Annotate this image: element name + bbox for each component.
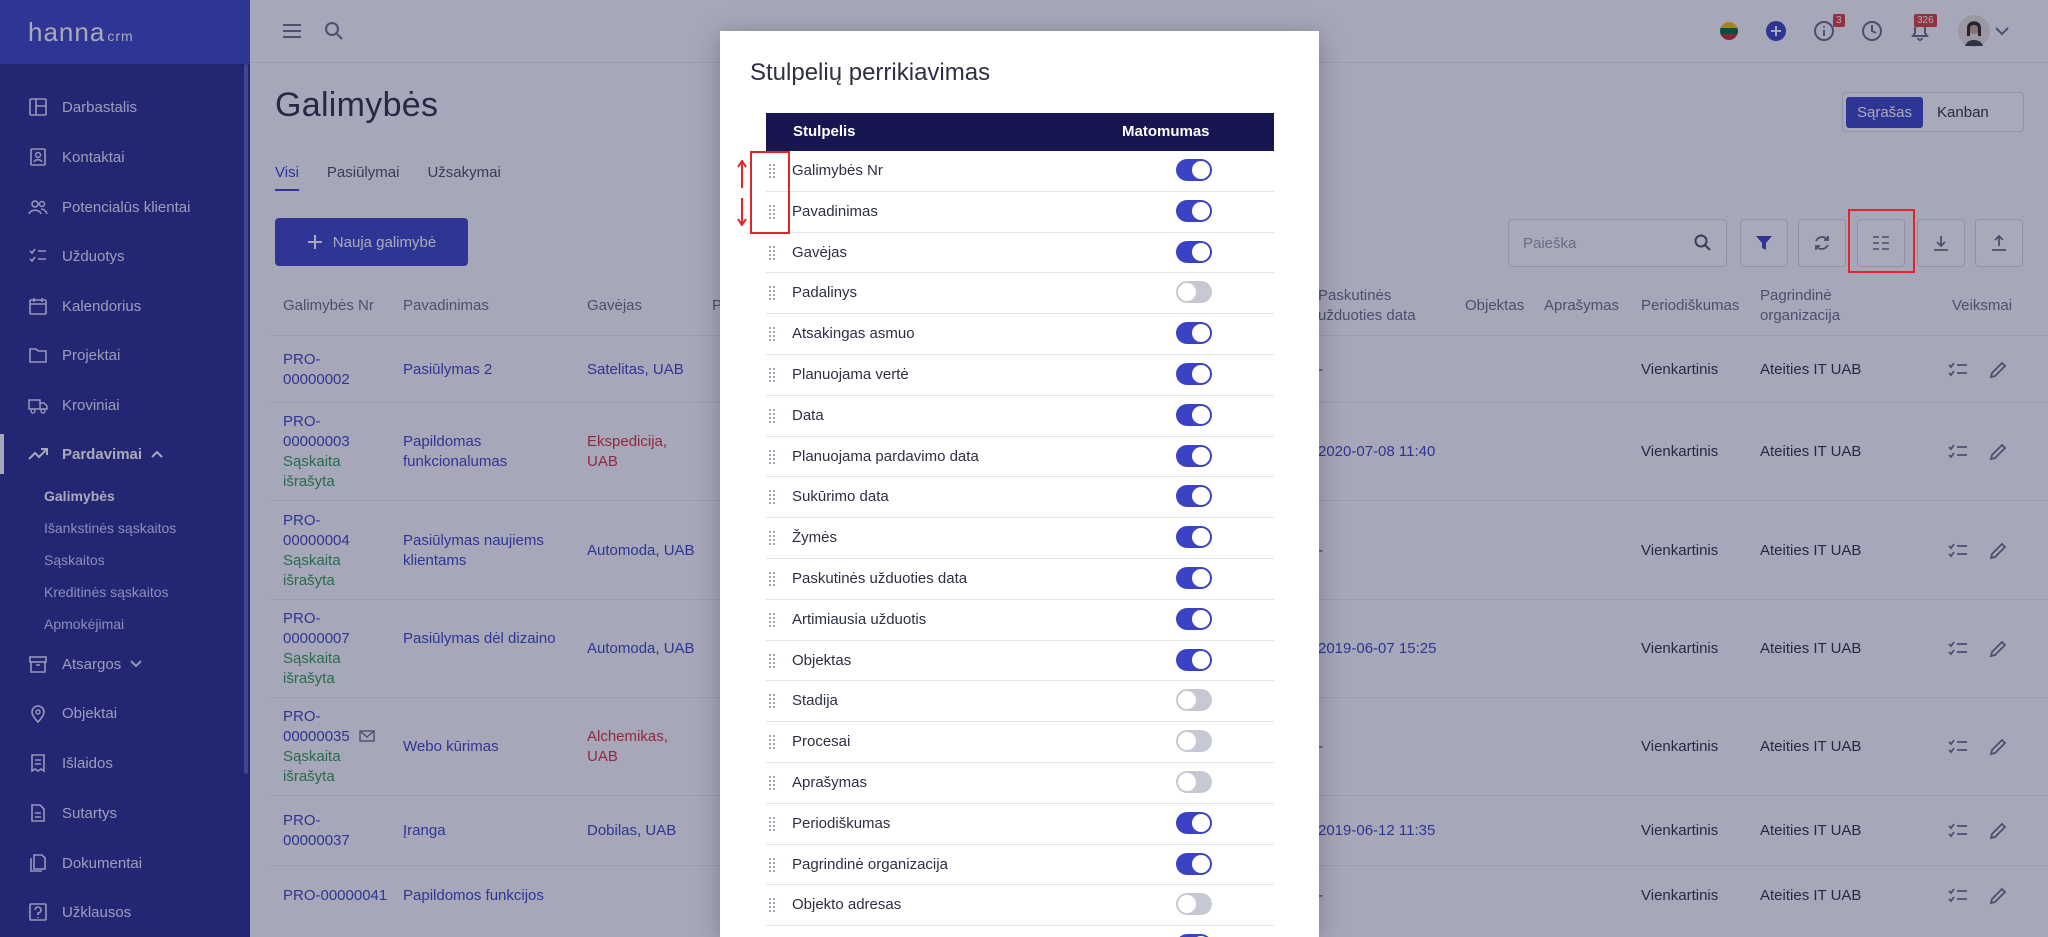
column-label: Procesai xyxy=(792,733,851,751)
reorder-arrows-icon xyxy=(737,160,747,226)
column-label: Aprašymas xyxy=(792,774,868,791)
dialog-table-header: Stulpelis Matomumas xyxy=(766,113,1274,151)
column-label: Padalinys xyxy=(792,284,858,302)
visibility-toggle[interactable] xyxy=(1176,607,1212,630)
column-row[interactable] xyxy=(766,926,1274,937)
column-order-dialog: Stulpelių perrikiavimas Stulpelis Matomu… xyxy=(720,31,1319,937)
column-row[interactable]: Artimiausia užduotis xyxy=(766,600,1274,641)
column-label: Atsakingas asmuo xyxy=(792,325,915,343)
column-label: Periodiškumas xyxy=(792,814,891,832)
column-row[interactable]: Procesai xyxy=(766,722,1274,763)
column-label: Gavėjas xyxy=(792,243,848,261)
column-row[interactable]: Stadija xyxy=(766,681,1274,723)
column-label: Stadija xyxy=(792,692,838,710)
column-label: Galimybės Nr xyxy=(792,162,883,179)
column-row[interactable]: Planuojama pardavimo data xyxy=(766,437,1274,478)
column-row[interactable]: Aprašymas xyxy=(766,763,1274,804)
column-row[interactable]: Atsakingas asmuo xyxy=(766,314,1274,355)
column-label: Pavadinimas xyxy=(792,202,878,220)
column-row[interactable]: Gavėjas xyxy=(766,233,1274,274)
column-label: Artimiausia užduotis xyxy=(792,610,927,628)
visibility-toggle[interactable] xyxy=(1176,240,1212,263)
visibility-toggle[interactable] xyxy=(1176,322,1212,345)
drag-handle-icon[interactable] xyxy=(768,611,776,627)
drag-handle-icon[interactable] xyxy=(768,448,776,464)
drag-handle-icon[interactable] xyxy=(768,489,776,505)
column-label: Sukūrimo data xyxy=(792,488,889,506)
drag-handle-icon[interactable] xyxy=(768,530,776,546)
drag-handle-icon[interactable] xyxy=(768,367,776,382)
drag-handle-highlight xyxy=(750,151,790,234)
column-row[interactable]: Padalinys xyxy=(766,273,1274,315)
visibility-toggle[interactable] xyxy=(1176,567,1212,589)
visibility-toggle[interactable] xyxy=(1176,485,1212,508)
drag-handle-icon[interactable] xyxy=(768,285,776,301)
column-row[interactable]: Galimybės Nr xyxy=(766,151,1274,192)
drag-handle-icon[interactable] xyxy=(768,693,776,709)
drag-handle-icon[interactable] xyxy=(768,734,776,750)
column-row[interactable]: Pavadinimas xyxy=(766,192,1274,233)
visibility-toggle[interactable] xyxy=(1176,403,1212,426)
visibility-toggle[interactable] xyxy=(1176,648,1212,671)
column-label: Data xyxy=(792,406,824,424)
columns-button-highlight xyxy=(1848,209,1915,273)
visibility-toggle[interactable] xyxy=(1176,159,1212,181)
column-label: Planuojama pardavimo data xyxy=(792,447,979,465)
column-label: Žymės xyxy=(792,529,837,547)
column-row[interactable]: Objekto adresas xyxy=(766,885,1274,927)
drag-handle-icon[interactable] xyxy=(768,407,776,423)
visibility-toggle[interactable] xyxy=(1176,281,1212,304)
column-label: Objekto adresas xyxy=(792,896,902,914)
drag-handle-icon[interactable] xyxy=(768,856,776,872)
visibility-toggle[interactable] xyxy=(1176,852,1212,875)
visibility-toggle[interactable] xyxy=(1176,444,1212,467)
drag-handle-icon[interactable] xyxy=(768,897,776,913)
visibility-toggle[interactable] xyxy=(1176,526,1212,549)
column-label: Pagrindinė organizacija xyxy=(792,855,948,873)
drag-handle-icon[interactable] xyxy=(768,244,776,260)
drag-handle-icon[interactable] xyxy=(768,571,776,586)
visibility-header: Matomumas xyxy=(1122,123,1210,140)
column-row[interactable]: Pagrindinė organizacija xyxy=(766,845,1274,886)
visibility-toggle[interactable] xyxy=(1176,689,1212,712)
column-label: Objektas xyxy=(792,651,852,669)
column-header: Stulpelis xyxy=(793,123,856,140)
column-label: Paskutinės užduoties data xyxy=(792,570,968,587)
visibility-toggle[interactable] xyxy=(1176,811,1212,834)
column-row[interactable]: Data xyxy=(766,396,1274,437)
column-row[interactable]: Planuojama vertė xyxy=(766,355,1274,396)
column-label: Planuojama vertė xyxy=(792,366,909,383)
visibility-toggle[interactable] xyxy=(1176,771,1212,793)
dialog-title: Stulpelių perrikiavimas xyxy=(750,59,991,86)
column-row[interactable]: Objektas xyxy=(766,641,1274,682)
drag-handle-icon[interactable] xyxy=(768,815,776,831)
column-row[interactable]: Sukūrimo data xyxy=(766,477,1274,519)
visibility-toggle[interactable] xyxy=(1176,893,1212,916)
drag-handle-icon[interactable] xyxy=(768,652,776,668)
drag-handle-icon[interactable] xyxy=(768,326,776,342)
drag-handle-icon[interactable] xyxy=(768,775,776,790)
column-row[interactable]: Paskutinės užduoties data xyxy=(766,559,1274,600)
column-row[interactable]: Periodiškumas xyxy=(766,804,1274,845)
visibility-toggle[interactable] xyxy=(1176,730,1212,753)
column-row[interactable]: Žymės xyxy=(766,518,1274,559)
visibility-toggle[interactable] xyxy=(1176,363,1212,385)
visibility-toggle[interactable] xyxy=(1176,199,1212,222)
